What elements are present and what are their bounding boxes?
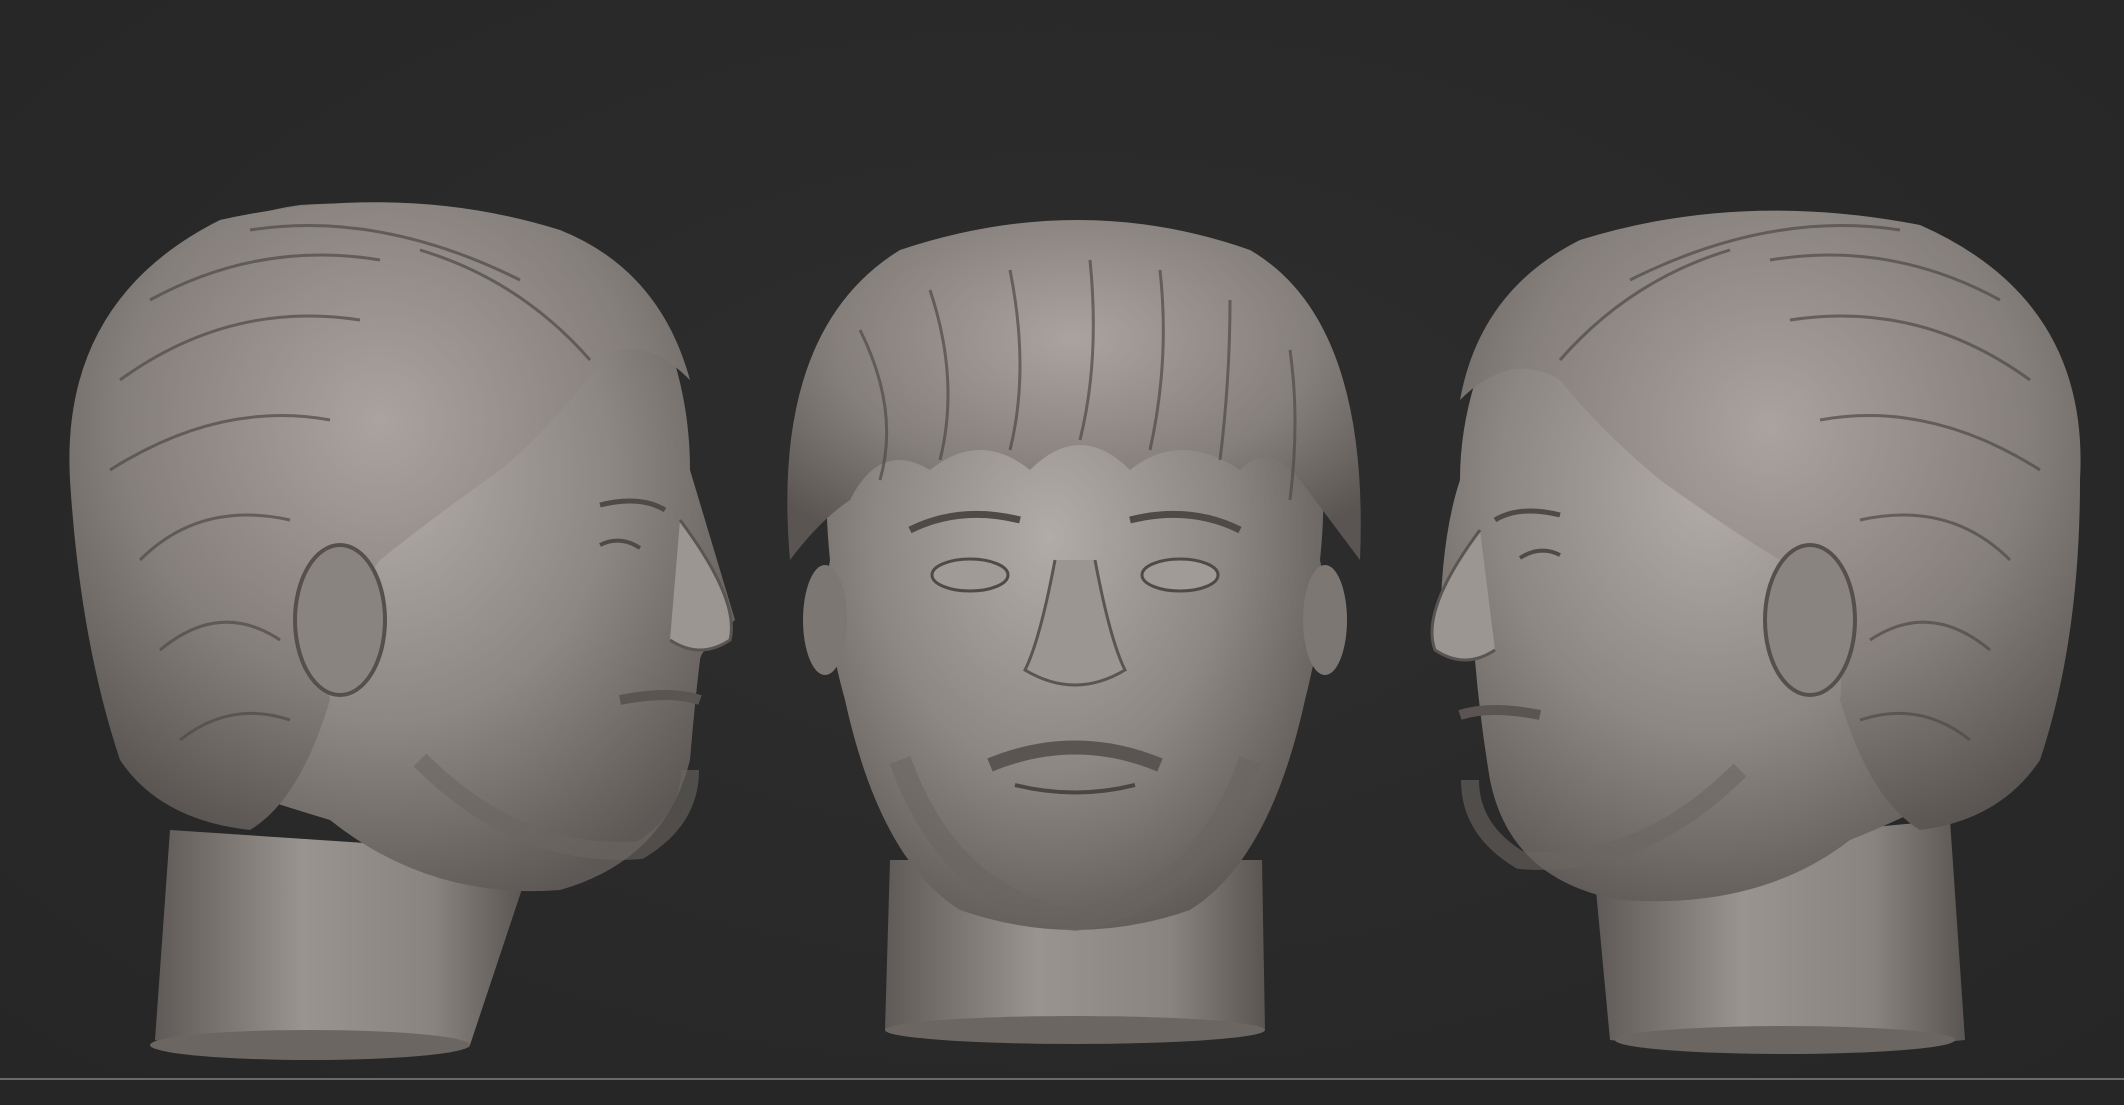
sculpt-canvas[interactable] <box>0 0 2124 1105</box>
neck-base-right <box>1615 1026 1955 1054</box>
neck-base-left <box>150 1030 470 1060</box>
sculpt-viewport[interactable] <box>0 0 2124 1105</box>
ear-front-left <box>803 565 847 675</box>
head-right-profile[interactable] <box>1430 210 2081 1054</box>
ear-left <box>293 543 387 697</box>
ear-front-right <box>1303 565 1347 675</box>
neck-base-front <box>885 1016 1265 1044</box>
ear-right <box>1763 543 1857 697</box>
mustache-right <box>1458 705 1541 720</box>
viewport-bottom-band <box>0 1080 2124 1105</box>
eye-front-left <box>930 557 1010 593</box>
head-front[interactable] <box>787 220 1361 1044</box>
eye-front-right <box>1140 557 1220 593</box>
head-left-profile[interactable] <box>69 202 735 1060</box>
mustache-left <box>619 690 702 705</box>
